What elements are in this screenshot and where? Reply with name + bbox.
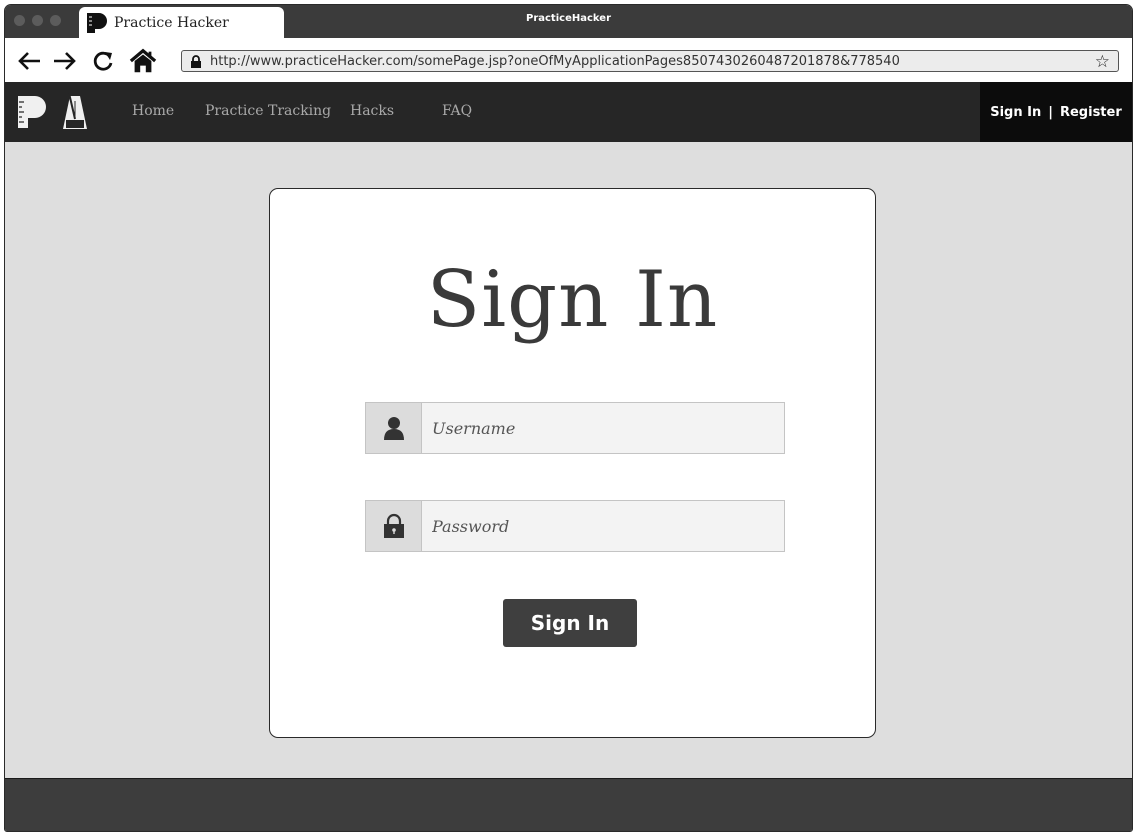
username-field [365, 402, 785, 454]
sign-in-card: Sign In Sign In [269, 188, 876, 738]
nav-link-home[interactable]: Home [132, 103, 174, 119]
arrow-left-icon[interactable] [15, 47, 43, 75]
page-title: Sign In [426, 255, 719, 345]
username-input[interactable] [422, 403, 784, 453]
padlock-icon [366, 501, 422, 551]
site-navbar: Home Practice Tracking Hacks FAQ Sign In… [5, 82, 1132, 142]
password-field [365, 500, 785, 552]
nav-link-practice-tracking[interactable]: Practice Tracking [205, 103, 331, 119]
arrow-right-icon[interactable] [51, 47, 79, 75]
window-title: PracticeHacker [526, 13, 611, 24]
browser-window: Practice Hacker PracticeHacker http://ww… [4, 4, 1133, 832]
address-bar: http://www.practiceHacker.com/somePage.j… [5, 38, 1132, 82]
home-icon[interactable] [129, 47, 157, 75]
password-input[interactable] [422, 501, 784, 551]
lock-icon [191, 54, 201, 68]
auth-links: Sign In | Register [980, 82, 1132, 142]
title-bar: Practice Hacker PracticeHacker [5, 5, 1132, 39]
url-field[interactable]: http://www.practiceHacker.com/somePage.j… [181, 50, 1119, 72]
sign-in-button[interactable]: Sign In [503, 599, 637, 647]
register-link[interactable]: Register [1060, 105, 1122, 120]
footer [5, 778, 1132, 831]
url-text: http://www.practiceHacker.com/somePage.j… [210, 53, 900, 69]
metronome-icon [61, 92, 89, 136]
practice-hacker-logo[interactable] [17, 95, 51, 134]
sign-in-link[interactable]: Sign In [990, 105, 1041, 120]
nav-link-faq[interactable]: FAQ [442, 103, 472, 119]
user-icon [366, 403, 422, 453]
star-icon[interactable]: ☆ [1095, 52, 1110, 72]
nav-link-hacks[interactable]: Hacks [350, 103, 394, 119]
reload-icon[interactable] [89, 47, 117, 75]
auth-separator: | [1048, 104, 1053, 120]
